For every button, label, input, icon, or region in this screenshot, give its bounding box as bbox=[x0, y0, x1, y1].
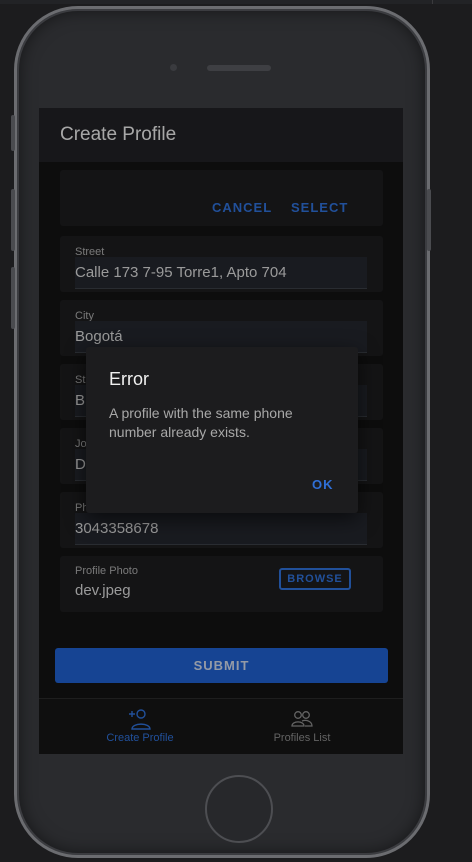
ok-button[interactable]: OK bbox=[312, 477, 334, 492]
volume-down-button bbox=[11, 267, 15, 329]
error-dialog: Error A profile with the same phone numb… bbox=[86, 347, 358, 513]
power-button bbox=[427, 189, 431, 251]
window-divider bbox=[432, 0, 433, 4]
mute-switch bbox=[11, 115, 15, 151]
window-top-strip bbox=[0, 0, 472, 4]
front-camera bbox=[170, 64, 177, 71]
home-button[interactable] bbox=[205, 775, 273, 843]
phone-screen: Create Profile CANCEL SELECT Street Call… bbox=[39, 108, 403, 754]
volume-up-button bbox=[11, 189, 15, 251]
dialog-title: Error bbox=[109, 369, 149, 389]
earpiece-speaker bbox=[207, 65, 271, 71]
dialog-message: A profile with the same phone number alr… bbox=[109, 405, 293, 440]
